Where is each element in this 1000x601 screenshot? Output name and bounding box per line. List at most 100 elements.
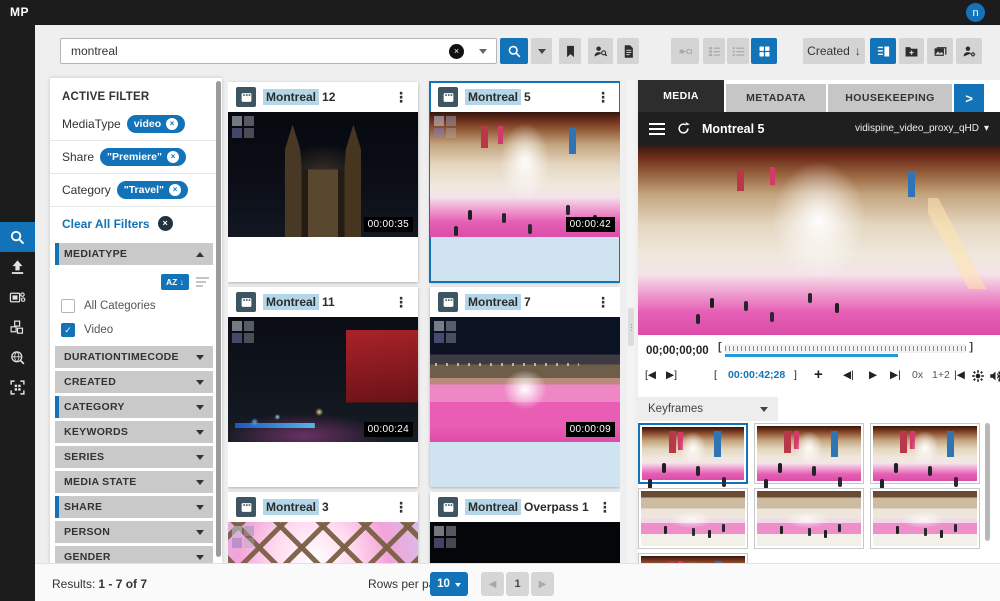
- filter-section-category[interactable]: CATEGORY: [55, 396, 213, 418]
- grid-scrollbar[interactable]: ⋮: [627, 80, 635, 563]
- filter-section-share[interactable]: SHARE: [55, 496, 213, 518]
- page-number-button[interactable]: 1: [506, 572, 529, 596]
- tab-metadata[interactable]: METADATA: [726, 84, 826, 112]
- tabs-overflow-button[interactable]: >: [954, 84, 984, 112]
- view-detail-list-button[interactable]: [703, 38, 725, 64]
- page-previous-button[interactable]: ◀: [481, 572, 504, 596]
- previous-frame-button[interactable]: ◀|: [843, 369, 854, 381]
- filter-section-keywords[interactable]: KEYWORDS: [55, 421, 213, 443]
- tab-media[interactable]: MEDIA: [638, 80, 724, 112]
- filter-chip-mediatype[interactable]: video ×: [127, 115, 185, 133]
- filter-section-durationtimecode[interactable]: DURATIONTIMECODE: [55, 346, 213, 368]
- card-menu-icon[interactable]: ⋮: [594, 89, 612, 106]
- filter-chip-share[interactable]: "Premiere" ×: [100, 148, 186, 166]
- audio-channels[interactable]: 1+2: [932, 369, 950, 381]
- search-input[interactable]: [60, 38, 497, 64]
- trim-tool-button[interactable]: [671, 38, 699, 64]
- play-button[interactable]: ▶: [869, 369, 877, 381]
- player-menu-kebab-icon[interactable]: ⋮: [993, 369, 1000, 385]
- user-settings-button[interactable]: [956, 38, 982, 64]
- remove-filter-icon[interactable]: ×: [166, 118, 178, 130]
- player-menu-icon[interactable]: [649, 123, 665, 135]
- option-all-categories[interactable]: All Categories: [57, 294, 211, 318]
- filter-section-person[interactable]: PERSON: [55, 521, 213, 543]
- asset-card-montreal-7[interactable]: Montreal7 ⋮ 00:00:09: [430, 287, 620, 487]
- search-history-caret-icon[interactable]: [479, 49, 487, 58]
- card-thumbnail[interactable]: 00:00:42: [430, 112, 620, 237]
- card-menu-icon[interactable]: ⋮: [392, 89, 410, 106]
- proxy-format-dropdown[interactable]: vidispine_video_proxy_qHD ▾: [855, 123, 989, 134]
- nav-upload-icon[interactable]: [0, 252, 35, 282]
- playback-speed[interactable]: 0x: [912, 369, 923, 381]
- keyframe-thumb[interactable]: [754, 423, 864, 484]
- sort-dropdown[interactable]: Created ↓: [803, 38, 865, 64]
- remove-filter-icon[interactable]: ×: [169, 184, 181, 196]
- rows-per-page-dropdown[interactable]: 10: [430, 572, 468, 596]
- filter-section-mediatype[interactable]: MEDIATYPE: [55, 243, 213, 265]
- card-thumbnail[interactable]: 00:00:24: [228, 317, 418, 442]
- asset-card-montreal-12[interactable]: Montreal12 ⋮ 00:00:35: [228, 82, 418, 282]
- card-thumbnail[interactable]: 00:00:09: [430, 317, 620, 442]
- filter-panel-scrollbar[interactable]: [216, 81, 221, 557]
- clear-all-filters-link[interactable]: Clear All Filters ×: [50, 207, 222, 239]
- settings-gear-icon[interactable]: [971, 369, 985, 383]
- search-options-caret-button[interactable]: [531, 38, 552, 64]
- view-grid-button[interactable]: [751, 38, 777, 64]
- keyframes-dropdown[interactable]: Keyframes: [638, 397, 778, 421]
- nav-media-processing-icon[interactable]: [0, 282, 35, 312]
- asset-card-montreal-11[interactable]: Montreal11 ⋮ 00:00:24: [228, 287, 418, 487]
- filter-section-created[interactable]: CREATED: [55, 371, 213, 393]
- timeline-scrubber[interactable]: [ ]: [718, 341, 973, 357]
- filter-section-gender[interactable]: GENDER: [55, 546, 213, 563]
- checkbox-checked-icon[interactable]: ✓: [61, 323, 75, 337]
- panel-toggle-button[interactable]: [870, 38, 896, 64]
- mark-out-button[interactable]: ]: [794, 369, 797, 381]
- page-next-button[interactable]: ▶: [531, 572, 554, 596]
- tab-housekeeping[interactable]: HOUSEKEEPING: [828, 84, 952, 112]
- search-clear-icon[interactable]: ×: [449, 44, 464, 59]
- card-thumbnail[interactable]: 00:00:35: [228, 112, 418, 237]
- add-to-folder-button[interactable]: [899, 38, 924, 64]
- mark-in-button[interactable]: [: [714, 369, 717, 381]
- jump-to-in-button[interactable]: [◀: [645, 369, 656, 381]
- card-thumbnail[interactable]: [430, 522, 620, 563]
- keyframe-thumb[interactable]: [638, 553, 748, 563]
- search-button[interactable]: [500, 38, 528, 64]
- jump-to-out-button[interactable]: ▶]: [666, 369, 677, 381]
- remove-filter-icon[interactable]: ×: [167, 151, 179, 163]
- card-menu-icon[interactable]: ⋮: [594, 294, 612, 311]
- nav-assets-icon[interactable]: [0, 312, 35, 342]
- video-preview[interactable]: [638, 145, 1000, 335]
- asset-card-montreal-5[interactable]: Montreal5 ⋮ 00:00:42: [430, 82, 620, 282]
- next-frame-button[interactable]: ▶|: [890, 369, 901, 381]
- filter-chip-category[interactable]: "Travel" ×: [117, 181, 188, 199]
- card-thumbnail[interactable]: [228, 522, 418, 563]
- keyframe-thumb[interactable]: [638, 423, 748, 484]
- keyframes-scrollbar[interactable]: [985, 423, 990, 541]
- keyframe-thumb[interactable]: [870, 488, 980, 549]
- asset-card-montreal-overpass-1[interactable]: MontrealOverpass 1 ⋮: [430, 492, 620, 563]
- add-marker-button[interactable]: +: [814, 366, 823, 383]
- keyframe-thumb[interactable]: [638, 488, 748, 549]
- go-to-start-button[interactable]: |◀: [954, 369, 965, 381]
- checkbox-unchecked-icon[interactable]: [61, 299, 75, 313]
- sort-lines-icon[interactable]: [196, 277, 209, 287]
- keyframe-thumb[interactable]: [754, 488, 864, 549]
- refresh-icon[interactable]: [676, 121, 691, 136]
- user-avatar[interactable]: n: [966, 3, 985, 22]
- nav-discovery-icon[interactable]: [0, 342, 35, 372]
- view-list-button[interactable]: [727, 38, 749, 64]
- card-menu-icon[interactable]: ⋮: [596, 499, 614, 516]
- card-menu-icon[interactable]: ⋮: [392, 499, 410, 516]
- sort-az-button[interactable]: AZ ↓: [161, 274, 189, 290]
- nav-search-icon[interactable]: [0, 222, 35, 252]
- filter-section-media-state[interactable]: MEDIA STATE: [55, 471, 213, 493]
- saved-search-button[interactable]: [588, 38, 613, 64]
- nav-scan-icon[interactable]: [0, 372, 35, 402]
- filter-section-series[interactable]: SERIES: [55, 446, 213, 468]
- keyframe-thumb[interactable]: [870, 423, 980, 484]
- option-video[interactable]: ✓ Video: [57, 318, 211, 342]
- document-button[interactable]: [617, 38, 639, 64]
- card-menu-icon[interactable]: ⋮: [392, 294, 410, 311]
- asset-card-montreal-3[interactable]: Montreal3 ⋮: [228, 492, 418, 563]
